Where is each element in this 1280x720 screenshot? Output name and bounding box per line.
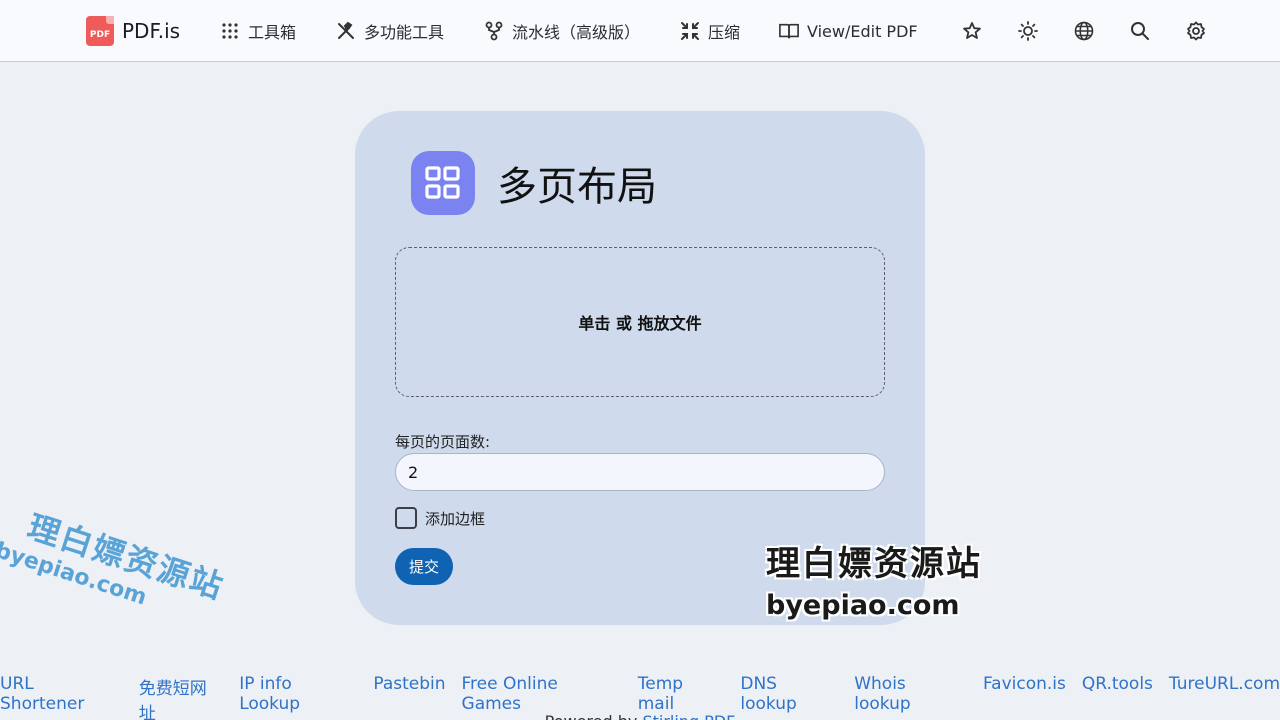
search-button[interactable] bbox=[1128, 19, 1152, 43]
nav-compress-label: 压缩 bbox=[708, 23, 741, 42]
favorites-button[interactable] bbox=[960, 19, 984, 43]
footer-link[interactable]: Free Online Games bbox=[462, 674, 622, 714]
footer-link[interactable]: DNS lookup bbox=[740, 674, 838, 714]
watermark-rotated: 理白嫖资源站 byepiao.com bbox=[0, 500, 240, 688]
pages-per-sheet-label: 每页的页面数: bbox=[395, 433, 491, 451]
pdf-logo-icon: PDF bbox=[86, 16, 114, 46]
pages-per-sheet-input[interactable] bbox=[395, 453, 885, 491]
footer-links: URL Shortener 免费短网址 IP info Lookup Paste… bbox=[0, 674, 1280, 720]
star-icon bbox=[963, 22, 981, 39]
tool-header: 多页布局 bbox=[411, 151, 657, 215]
file-dropzone[interactable]: 单击 或 拖放文件 bbox=[395, 247, 885, 397]
compress-icon bbox=[681, 22, 699, 40]
watermark-en: byepiao.com bbox=[766, 590, 960, 621]
footer-powered: Powered by Stirling PDF bbox=[0, 712, 1280, 720]
language-button[interactable] bbox=[1072, 19, 1096, 43]
book-open-icon bbox=[779, 23, 799, 39]
nav-toolbox-label: 工具箱 bbox=[248, 23, 297, 42]
top-navbar: PDF PDF.is 工具箱 多功能工具 流水线（高级版） 压缩 View/Ed… bbox=[0, 0, 1280, 62]
brand-name: PDF.is bbox=[122, 19, 181, 43]
nav-multitool-label: 多功能工具 bbox=[364, 23, 445, 42]
globe-icon bbox=[1074, 21, 1094, 41]
submit-button[interactable]: 提交 bbox=[395, 548, 453, 585]
nav-pipeline[interactable]: 流水线（高级版） bbox=[484, 0, 640, 62]
footer-link[interactable]: QR.tools bbox=[1082, 674, 1153, 698]
footer-link[interactable]: Favicon.is bbox=[983, 674, 1066, 698]
stirling-pdf-link[interactable]: Stirling PDF bbox=[642, 712, 735, 720]
gear-icon bbox=[1187, 21, 1205, 41]
theme-toggle-button[interactable] bbox=[1016, 19, 1040, 43]
nav-compress[interactable]: 压缩 bbox=[680, 0, 740, 62]
tools-icon bbox=[338, 21, 354, 39]
pipeline-icon bbox=[485, 21, 503, 41]
sun-icon bbox=[1018, 21, 1038, 41]
brand-link[interactable]: PDF PDF.is bbox=[86, 0, 180, 62]
powered-by-text: Powered by bbox=[545, 712, 638, 720]
footer-link[interactable]: IP info Lookup bbox=[239, 674, 357, 714]
search-icon bbox=[1131, 22, 1149, 40]
watermark-cn: 理白嫖资源站 bbox=[766, 544, 982, 584]
settings-button[interactable] bbox=[1184, 19, 1208, 43]
nav-view-edit[interactable]: View/Edit PDF bbox=[779, 0, 918, 62]
add-border-option[interactable]: 添加边框 bbox=[395, 507, 485, 529]
grid-dots-icon bbox=[222, 23, 238, 39]
nav-toolbox[interactable]: 工具箱 bbox=[220, 0, 296, 62]
add-border-label: 添加边框 bbox=[425, 509, 486, 528]
nav-multitool[interactable]: 多功能工具 bbox=[336, 0, 444, 62]
nav-pipeline-label: 流水线（高级版） bbox=[512, 23, 641, 42]
footer-link[interactable]: Whois lookup bbox=[854, 674, 967, 714]
add-border-checkbox[interactable] bbox=[395, 507, 417, 529]
dropzone-label: 单击 或 拖放文件 bbox=[578, 314, 702, 333]
layout-grid-icon bbox=[411, 151, 475, 215]
footer-link[interactable]: URL Shortener bbox=[0, 674, 123, 714]
footer-link[interactable]: Temp mail bbox=[638, 674, 725, 714]
footer-link[interactable]: Pastebin bbox=[373, 674, 445, 698]
footer-link[interactable]: TureURL.com bbox=[1169, 674, 1280, 698]
nav-view-edit-label: View/Edit PDF bbox=[807, 21, 918, 41]
page-title: 多页布局 bbox=[497, 164, 657, 210]
footer-link[interactable]: 免费短网址 bbox=[139, 674, 224, 720]
logo-text: PDF bbox=[89, 30, 111, 40]
